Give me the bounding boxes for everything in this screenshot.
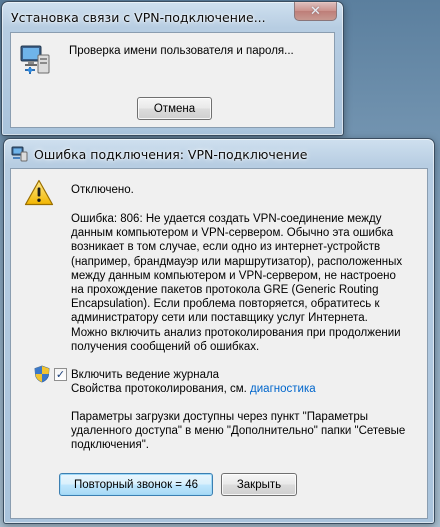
close-button-label: Закрыть [236,478,282,491]
boot-params-line: Параметры загрузки доступны через пункт … [71,411,369,423]
boot-params-text: Параметры загрузки доступны через пункт … [71,410,405,453]
connecting-dialog-titlebar[interactable]: Установка связи с VPN-подключение... [2,2,343,32]
cancel-button-label: Отмена [153,102,196,115]
warning-icon [24,179,54,206]
close-icon: ✕ [310,3,321,19]
redial-button-label: Повторный звонок = 46 [73,478,198,491]
boot-params-line: подключения". [71,439,149,452]
error-line: возникает в том случае, если одно из инт… [71,241,381,254]
connecting-dialog-title: Установка связи с VPN-подключение... [11,9,266,25]
error-dialog: Ошибка подключения: VPN-подключение Откл… [3,138,435,524]
error-line: данным компьютером и VPN-сервером. Обычн… [71,227,394,240]
connecting-status-text: Проверка имени пользователя и пароля... [69,45,294,57]
diagnostics-link[interactable]: диагностика [250,383,316,395]
error-line: администратору сети или поставщику услуг… [71,312,368,325]
error-dialog-client: Отключено. Ошибка: 806: Не удается созда… [10,168,428,519]
error-line: Ошибка: 806: Не удается создать VPN-соед… [71,213,382,225]
error-line: (например, брандмауэр или маршрутизатор)… [71,255,403,268]
error-dialog-title: Ошибка подключения: VPN-подключение [34,146,308,162]
cancel-button[interactable]: Отмена [137,97,212,120]
network-computer-icon [20,45,50,74]
logging-properties-prefix: Свойства протоколирования, см. [71,383,247,395]
status-disconnected: Отключено. [71,184,134,196]
boot-params-line: удаленного доступа" в меню "Дополнительн… [71,425,406,438]
enable-logging-label[interactable]: Включить ведение журнала [71,368,219,382]
close-button[interactable]: Закрыть [221,473,297,496]
error-line: между данным компьютером и VPN-сервером,… [71,269,396,282]
connecting-dialog-client: Проверка имени пользователя и пароля... … [10,32,335,128]
logging-hint-line: Можно включить анализ протоколирования п… [71,327,401,339]
error-dialog-titlebar[interactable]: Ошибка подключения: VPN-подключение [4,139,434,169]
logging-hint: Можно включить анализ протоколирования п… [71,326,401,354]
error-line: Encapsulation). Если проблема повторяетс… [71,298,380,311]
error-message: Ошибка: 806: Не удается создать VPN-соед… [71,212,402,326]
connecting-dialog-close-button[interactable]: ✕ [294,2,337,21]
redial-button[interactable]: Повторный звонок = 46 [59,473,213,496]
uac-shield-icon [34,365,50,383]
error-line: на прохождение пакетов протокола GRE (Ge… [71,284,379,297]
enable-logging-checkbox[interactable]: ✓ [54,368,67,381]
title-network-icon [11,146,28,162]
connecting-dialog: Установка связи с VPN-подключение... ✕ П… [1,1,344,136]
checkmark-icon: ✓ [55,368,66,381]
logging-properties-line: Свойства протоколирования, см. диагности… [71,382,316,396]
logging-hint-line: получения сообщений об ошибках. [71,341,260,354]
